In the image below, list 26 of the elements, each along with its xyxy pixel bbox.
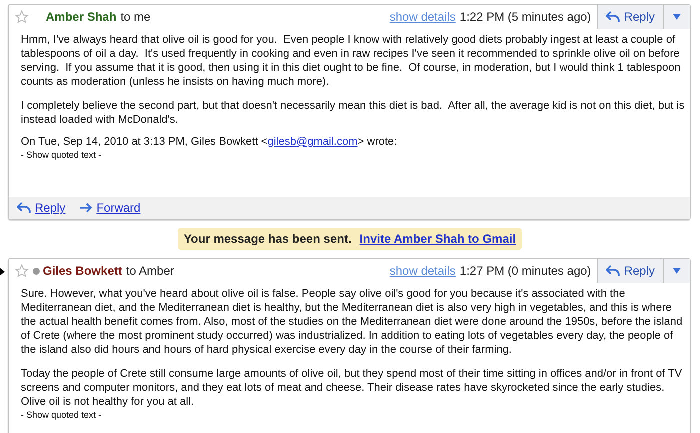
star-icon[interactable]	[15, 264, 29, 278]
message-paragraph: Today the people of Crete still consume large amounts of olive oil, but they spend most of their time sitting in offices and/or in front of TV screens and computer monitors, and they eat lots of meat and cheese. Their disease rates have skyrocketed since the early studies. Olive oil is not healthy for you at all.	[21, 367, 684, 409]
recipient-text: to me	[120, 9, 151, 26]
message-paragraph: I completely believe the second part, but that doesn't necessarily mean this diet is bad. After all, the average kid is not on this diet, but is instead loaded with McDonald's.	[21, 99, 686, 127]
star-icon[interactable]	[15, 10, 29, 24]
reply-arrow-icon	[606, 11, 620, 23]
forward-arrow-icon	[80, 203, 93, 213]
recipient-text: to Amber	[126, 263, 174, 280]
reply-link[interactable]: Reply	[17, 199, 66, 217]
quote-attribution: On Tue, Sep 14, 2010 at 3:13 PM, Giles Bowkett <gilesb@gmail.com> wrote:	[21, 135, 398, 149]
show-quoted-text-link[interactable]: - Show quoted text -	[21, 149, 686, 161]
sender-name[interactable]: Giles Bowkett	[43, 262, 122, 280]
dropdown-arrow-icon	[673, 14, 681, 20]
dropdown-arrow-icon	[673, 268, 681, 274]
message-paragraph: Sure. However, what you've heard about olive oil is false. People say olive oil's good for you because it's associated with the Mediterranean diet, and the Mediterranean diet is healthy, but the Mediterranean diet is also very high in vegetables, and this is where the actual health benefit comes from. Also, most of the studies on the Mediterranean diet were done around the 1950s, before the island of Crete (where the most prominent study occurred) was industrialized. In addition to eating lots of vegetables every day, the people of the island also did hours and hours of hard physical exercise every day in the course of their farming.	[21, 287, 684, 357]
forward-link[interactable]: Forward	[80, 199, 141, 217]
reply-arrow-icon	[606, 265, 620, 277]
sender-name[interactable]: Amber Shah	[46, 8, 117, 26]
message-paragraph: Hmm, I've always heard that olive oil is good for you. Even people I know with relatively good diets probably ingest at least a couple of tablespoons of oil a day. It's used frequently in cooking and even in raw recipes I've seen it recommended to sprinkle olive oil on before serving. If you assume that it is good, then using it in this diet ought to be fine. Of course, in moderation, but I would think 1 tablespoon counts as moderation (unless he insists on having much more).	[21, 33, 682, 89]
email-link[interactable]: gilesb@gmail.com	[268, 136, 358, 148]
sent-message-text: Your message has been sent.	[184, 231, 352, 248]
reply-arrow-icon	[17, 202, 31, 214]
show-quoted-text-link[interactable]: - Show quoted text -	[21, 409, 686, 421]
invite-link[interactable]: Invite Amber Shah to Gmail	[360, 230, 516, 248]
message-time: 1:27 PM (0 minutes ago)	[460, 263, 592, 280]
message-time: 1:22 PM (5 minutes ago)	[460, 9, 592, 26]
